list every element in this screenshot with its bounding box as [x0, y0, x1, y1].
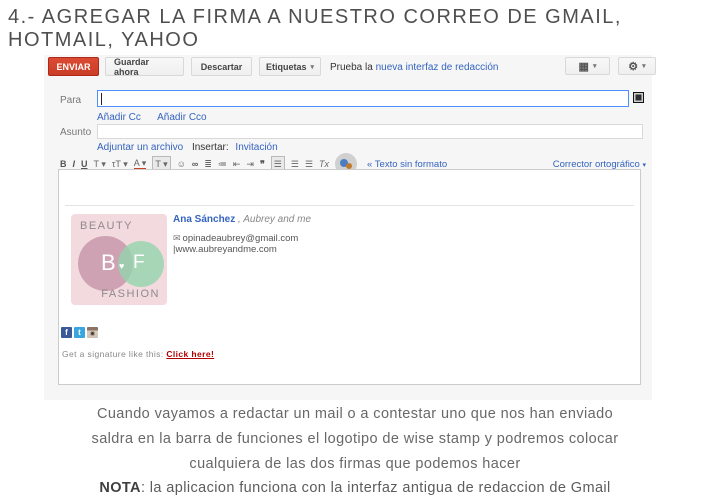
caption-note: NOTA: la aplicacion funciona con la inte… [0, 480, 710, 496]
text-cursor [101, 93, 102, 105]
signature-website: |www.aubreyandme.com [173, 244, 277, 255]
send-button[interactable]: ENVIAR [48, 57, 99, 76]
spell-check-control[interactable]: Corrector ortográfico ▾ [553, 159, 646, 170]
signature-name-row: Ana Sánchez , Aubrey and me [173, 214, 311, 225]
signature-promo: Get a signature like this: Click here! [62, 349, 214, 359]
gmail-compose-panel: ENVIAR Guardar ahora Descartar Etiquetas… [44, 55, 656, 400]
note-label: NOTA [99, 480, 141, 496]
save-now-button[interactable]: Guardar ahora [105, 57, 184, 77]
page-title: 4.- AGREGAR LA FIRMA A NUESTRO CORREO DE… [8, 6, 622, 51]
spell-check-link: Corrector ortográfico [552, 158, 640, 170]
signature-divider [65, 205, 634, 206]
try-new-interface-text: Prueba la nueva interfaz de redacción [330, 62, 498, 73]
attach-row: Adjuntar un archivo Insertar: Invitación [97, 142, 278, 153]
caret-down-icon: ▾ [310, 63, 315, 71]
promo-prefix: Get a signature like this: [62, 349, 167, 359]
page: 4.- AGREGAR LA FIRMA A NUESTRO CORREO DE… [0, 0, 710, 502]
logo-word-top: BEAUTY [80, 220, 134, 232]
caption-line-3: cualquiera de las dos firmas que podemos… [189, 456, 521, 472]
signature-email-row: ✉ opinadeaubrey@gmail.com [173, 233, 298, 244]
caption-line-1: Cuando vayamos a redactar un mail o a co… [96, 406, 614, 422]
caption-line-2: saldra en la barra de funciones el logot… [91, 431, 619, 447]
new-interface-link[interactable]: nueva interfaz de redacción [376, 62, 499, 73]
invitation-link[interactable]: Invitación [235, 142, 277, 153]
insert-label: Insertar: [191, 142, 229, 153]
signature-email: opinadeaubrey@gmail.com [182, 233, 299, 244]
settings-button[interactable]: ⚙ ▾ [618, 57, 656, 75]
caret-down-icon: ▾ [642, 63, 646, 70]
caret-down-icon: ▾ [642, 161, 646, 169]
logo-word-bottom: FASHION [101, 288, 160, 300]
signature-name-link[interactable]: Ana Sánchez [173, 214, 235, 225]
labels-button-label: Etiquetas [265, 61, 307, 72]
add-bcc-link[interactable]: Añadir Cco [157, 112, 206, 123]
subject-input[interactable] [97, 124, 643, 139]
message-body[interactable]: BEAUTY B F ♥ FASHION Ana Sánchez , Aubre… [58, 169, 641, 385]
add-cc-link[interactable]: Añadir Cc [97, 112, 141, 123]
twitter-icon[interactable]: t [74, 327, 85, 338]
logo-initial-left: B [101, 250, 116, 275]
gear-icon: ⚙ [628, 60, 639, 73]
labels-button[interactable]: Etiquetas ▾ [259, 57, 321, 76]
envelope-icon: ✉ [173, 233, 181, 243]
cc-bcc-row: Añadir Cc Añadir Cco [97, 112, 207, 123]
try-prefix: Prueba la [330, 62, 376, 73]
contact-picker-icon[interactable] [633, 92, 644, 103]
plain-text-link[interactable]: « Texto sin formato [367, 159, 447, 170]
note-text: : la aplicacion funciona con la interfaz… [140, 480, 611, 496]
instagram-icon[interactable] [87, 327, 98, 338]
to-label: Para [60, 95, 82, 106]
click-here-link[interactable]: Click here! [166, 349, 214, 359]
facebook-icon[interactable]: f [61, 327, 72, 338]
to-input[interactable] [97, 90, 629, 107]
heart-icon: ♥ [119, 261, 125, 271]
beauty-fashion-logo: BEAUTY B F ♥ FASHION [71, 214, 167, 305]
subject-label: Asunto [60, 127, 92, 138]
keyboard-icon: ▦ [578, 60, 589, 73]
keyboard-toggle-button[interactable]: ▦ ▾ [565, 57, 610, 75]
attach-file-link[interactable]: Adjuntar un archivo [97, 142, 183, 153]
signature-company: , Aubrey and me [235, 214, 312, 225]
caret-down-icon: ▾ [592, 63, 597, 70]
discard-button[interactable]: Descartar [191, 57, 252, 76]
social-icons-row: f t [61, 327, 98, 338]
logo-initial-right: F [133, 252, 145, 273]
